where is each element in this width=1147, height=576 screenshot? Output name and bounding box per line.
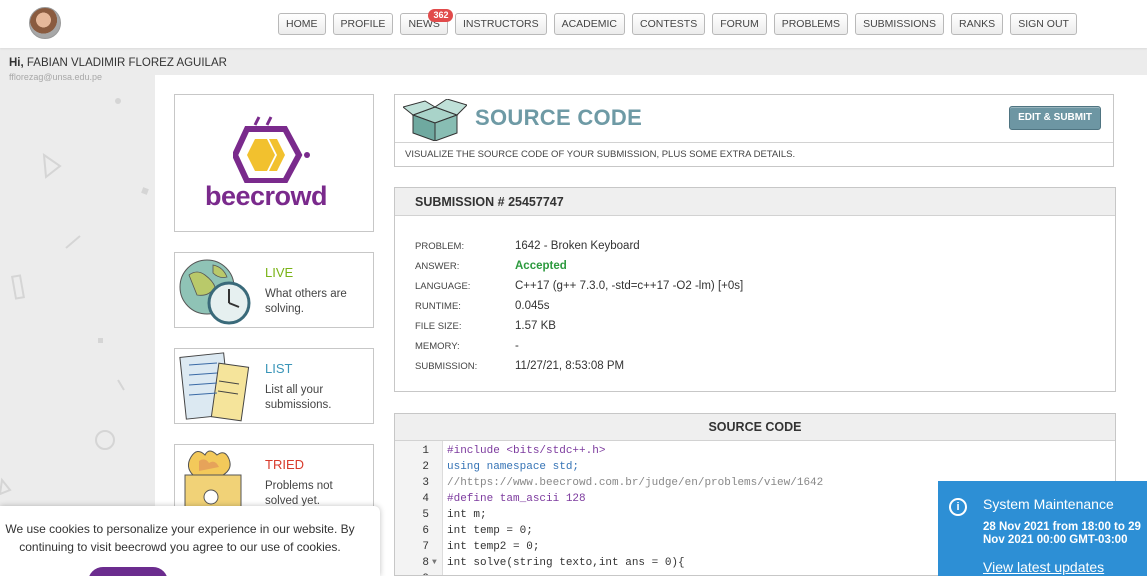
main-nav: HOME PROFILE NEWS 362 INSTRUCTORS ACADEMI…	[278, 9, 1077, 35]
cookie-consent-popup: We use cookies to personalize your exper…	[0, 506, 380, 576]
detail-key: ANSWER:	[415, 260, 460, 272]
detail-row-problem: PROBLEM: 1642 - Broken Keyboard	[415, 236, 743, 256]
cookie-message: We use cookies to personalize your exper…	[5, 522, 355, 554]
edit-submit-button[interactable]: EDIT & SUBMIT	[1009, 106, 1101, 130]
nav-academic-button[interactable]: ACADEMIC	[553, 13, 626, 35]
beecrowd-logo-icon	[233, 116, 310, 183]
detail-value-problem[interactable]: 1642 - Broken Keyboard	[515, 240, 640, 252]
code-text: int temp2 = 0;	[447, 541, 540, 553]
page-subtitle: VISUALIZE THE SOURCE CODE OF YOUR SUBMIS…	[405, 149, 796, 160]
open-box-icon	[403, 99, 467, 141]
line-number: 1	[422, 445, 429, 457]
info-icon: i	[949, 498, 967, 516]
view-updates-link[interactable]: View latest updates	[983, 559, 1104, 575]
line-number: 6	[422, 525, 429, 537]
line-number: 7	[422, 541, 429, 553]
nav-contests-button[interactable]: CONTESTS	[632, 13, 706, 35]
detail-value-memory: -	[515, 340, 519, 352]
code-text: int m;	[447, 509, 487, 521]
detail-key: PROBLEM:	[415, 240, 465, 252]
list-title: LIST	[265, 361, 293, 376]
nav-submissions-button[interactable]: SUBMISSIONS	[855, 13, 944, 35]
code-line: 2 using namespace std;	[395, 459, 1115, 475]
detail-value-language: C++17 (g++ 7.3.0, -std=c++17 -O2 -lm) [+…	[515, 280, 744, 292]
maintenance-notification: i System Maintenance 28 Nov 2021 from 18…	[938, 481, 1147, 576]
live-description: What others are solving.	[265, 288, 347, 315]
detail-row-memory: MEMORY: -	[415, 336, 743, 356]
detail-value-submission: 11/27/21, 8:53:08 PM	[515, 360, 625, 372]
header-top: SOURCE CODE EDIT & SUBMIT	[395, 95, 1113, 143]
live-card[interactable]: LIVE What others are solving.	[174, 252, 374, 328]
line-number: 5	[422, 509, 429, 521]
line-number: 3	[422, 477, 429, 489]
avatar[interactable]	[29, 7, 61, 39]
detail-key: SUBMISSION:	[415, 360, 478, 372]
nav-instructors-button[interactable]: INSTRUCTORS	[454, 13, 547, 35]
fold-arrow-icon[interactable]: ▼	[432, 555, 437, 571]
tried-description: Problems not solved yet.	[265, 480, 333, 507]
detail-value-file-size: 1.57 KB	[515, 320, 556, 332]
live-title: LIVE	[265, 265, 294, 280]
code-text: using namespace std;	[447, 461, 580, 473]
nav-forum-button[interactable]: FORUM	[712, 13, 767, 35]
detail-key: FILE SIZE:	[415, 320, 462, 332]
user-greeting: Hi, FABIAN VLADIMIR FLOREZ AGUILAR	[9, 57, 227, 69]
beecrowd-logo-card[interactable]: beecrowd	[174, 94, 374, 232]
detail-row-submission: SUBMISSION: 11/27/21, 8:53:08 PM	[415, 356, 743, 376]
page-title: SOURCE CODE	[475, 105, 643, 130]
detail-row-language: LANGUAGE: C++17 (g++ 7.3.0, -std=c++17 -O…	[415, 276, 743, 296]
detail-row-runtime: RUNTIME: 0.045s	[415, 296, 743, 316]
detail-value-runtime: 0.045s	[515, 300, 550, 312]
notification-body: 28 Nov 2021 from 18:00 to 29 Nov 2021 00…	[983, 521, 1141, 546]
detail-row-answer: ANSWER: Accepted	[415, 256, 743, 276]
line-number: 2	[422, 461, 429, 473]
submission-info-card: SUBMISSION # 25457747 PROBLEM: 1642 - Bro…	[394, 187, 1116, 392]
code-text: //https://www.beecrowd.com.br/judge/en/p…	[447, 477, 824, 489]
line-number: 4	[422, 493, 429, 505]
detail-key: RUNTIME:	[415, 300, 461, 312]
nav-home-button[interactable]: HOME	[278, 13, 326, 35]
line-number: 8	[422, 557, 429, 569]
globe-clock-icon	[179, 259, 251, 325]
bg-shapes-decor	[0, 98, 149, 496]
nav-sign-out-button[interactable]: SIGN OUT	[1010, 13, 1077, 35]
nav-ranks-button[interactable]: RANKS	[951, 13, 1004, 35]
code-text: int solve(string texto,int ans = 0){	[447, 557, 685, 569]
greeting-word: Hi,	[9, 57, 24, 69]
user-name: FABIAN VLADIMIR FLOREZ AGUILAR	[26, 57, 227, 69]
detail-key: MEMORY:	[415, 340, 460, 352]
nav-profile-button[interactable]: PROFILE	[332, 13, 394, 35]
tried-title: TRIED	[265, 457, 304, 472]
top-bar: HOME PROFILE NEWS 362 INSTRUCTORS ACADEMI…	[0, 0, 1147, 48]
nav-problems-button[interactable]: PROBLEMS	[773, 13, 849, 35]
source-code-header-card: SOURCE CODE EDIT & SUBMIT VISUALIZE THE …	[394, 94, 1114, 167]
list-card[interactable]: LIST List all your submissions.	[174, 348, 374, 424]
detail-value-answer: Accepted	[515, 260, 567, 272]
submission-heading: SUBMISSION # 25457747	[395, 188, 1115, 216]
detail-key: LANGUAGE:	[415, 280, 471, 292]
cookie-accept-button[interactable]	[88, 567, 168, 576]
source-code-heading: SOURCE CODE	[395, 414, 1115, 441]
news-count-badge: 362	[428, 9, 454, 22]
notification-title: System Maintenance	[983, 496, 1114, 512]
detail-row-file-size: FILE SIZE: 1.57 KB	[415, 316, 743, 336]
code-line: 1 #include <bits/stdc++.h>	[395, 443, 1115, 459]
line-number: 9	[395, 571, 429, 575]
list-description: List all your submissions.	[265, 384, 332, 411]
code-text: int temp = 0;	[447, 525, 533, 537]
submission-details: PROBLEM: 1642 - Broken Keyboard ANSWER: Ac…	[415, 236, 743, 376]
nav-news-button[interactable]: NEWS 362	[400, 9, 454, 35]
beecrowd-logo-text: beecrowd	[205, 181, 328, 211]
code-text: #define tam_ascii 128	[447, 493, 586, 505]
notes-list-icon	[179, 352, 250, 422]
code-text: #include <bits/stdc++.h>	[447, 445, 606, 457]
